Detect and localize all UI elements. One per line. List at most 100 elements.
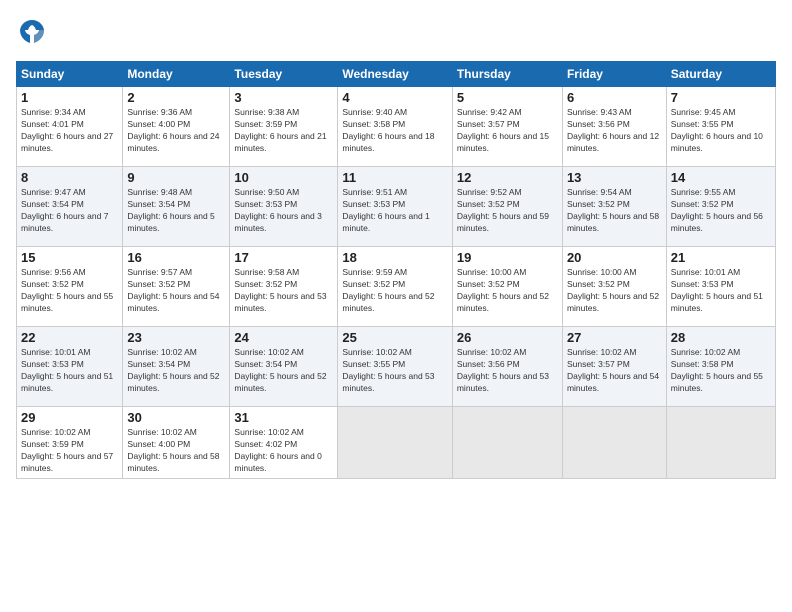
calendar-cell: 24Sunrise: 10:02 AMSunset: 3:54 PMDaylig… (230, 327, 338, 407)
day-number: 10 (234, 170, 333, 185)
day-header-wednesday: Wednesday (338, 62, 452, 87)
day-number: 25 (342, 330, 447, 345)
calendar-cell: 28 Sunrise: 10:02 AMSunset: 3:58 PMDaylig… (666, 327, 775, 407)
calendar-cell: 14 Sunrise: 9:55 AMSunset: 3:52 PMDayligh… (666, 167, 775, 247)
calendar-cell: 27 Sunrise: 10:02 AMSunset: 3:57 PMDaylig… (562, 327, 666, 407)
day-header-friday: Friday (562, 62, 666, 87)
day-info: Sunrise: 9:47 AMSunset: 3:54 PMDaylight:… (21, 187, 108, 233)
day-info: Sunrise: 10:02 AMSunset: 4:02 PMDaylight… (234, 427, 321, 473)
day-number: 12 (457, 170, 558, 185)
day-number: 6 (567, 90, 662, 105)
day-info: Sunrise: 9:38 AMSunset: 3:59 PMDaylight:… (234, 107, 326, 153)
day-info: Sunrise: 9:51 AMSunset: 3:53 PMDaylight:… (342, 187, 429, 233)
day-info: Sunrise: 10:02 AMSunset: 4:00 PMDaylight… (127, 427, 219, 473)
calendar: SundayMondayTuesdayWednesdayThursdayFrid… (16, 61, 776, 479)
day-number: 15 (21, 250, 118, 265)
calendar-week-4: 22 Sunrise: 10:01 AMSunset: 3:53 PMDaylig… (17, 327, 776, 407)
calendar-cell: 8 Sunrise: 9:47 AMSunset: 3:54 PMDaylight… (17, 167, 123, 247)
calendar-cell: 29 Sunrise: 10:02 AMSunset: 3:59 PMDaylig… (17, 407, 123, 479)
calendar-cell: 25 Sunrise: 10:02 AMSunset: 3:55 PMDaylig… (338, 327, 452, 407)
calendar-cell: 9Sunrise: 9:48 AMSunset: 3:54 PMDaylight… (123, 167, 230, 247)
day-info: Sunrise: 10:02 AMSunset: 3:59 PMDaylight… (21, 427, 113, 473)
day-number: 9 (127, 170, 225, 185)
day-header-thursday: Thursday (452, 62, 562, 87)
calendar-cell (666, 407, 775, 479)
day-number: 14 (671, 170, 771, 185)
day-info: Sunrise: 9:58 AMSunset: 3:52 PMDaylight:… (234, 267, 326, 313)
calendar-cell: 15 Sunrise: 9:56 AMSunset: 3:52 PMDayligh… (17, 247, 123, 327)
day-number: 3 (234, 90, 333, 105)
calendar-cell (452, 407, 562, 479)
day-number: 22 (21, 330, 118, 345)
calendar-cell: 17 Sunrise: 9:58 AMSunset: 3:52 PMDayligh… (230, 247, 338, 327)
calendar-cell: 1Sunrise: 9:34 AMSunset: 4:01 PMDaylight… (17, 87, 123, 167)
day-number: 13 (567, 170, 662, 185)
calendar-cell: 7 Sunrise: 9:45 AMSunset: 3:55 PMDaylight… (666, 87, 775, 167)
day-number: 8 (21, 170, 118, 185)
day-info: Sunrise: 9:42 AMSunset: 3:57 PMDaylight:… (457, 107, 549, 153)
day-info: Sunrise: 9:55 AMSunset: 3:52 PMDaylight:… (671, 187, 763, 233)
calendar-cell: 16Sunrise: 9:57 AMSunset: 3:52 PMDayligh… (123, 247, 230, 327)
calendar-cell: 20 Sunrise: 10:00 AMSunset: 3:52 PMDaylig… (562, 247, 666, 327)
day-info: Sunrise: 9:52 AMSunset: 3:52 PMDaylight:… (457, 187, 549, 233)
calendar-cell: 2Sunrise: 9:36 AMSunset: 4:00 PMDaylight… (123, 87, 230, 167)
day-number: 31 (234, 410, 333, 425)
calendar-cell: 22 Sunrise: 10:01 AMSunset: 3:53 PMDaylig… (17, 327, 123, 407)
calendar-cell: 10 Sunrise: 9:50 AMSunset: 3:53 PMDayligh… (230, 167, 338, 247)
day-info: Sunrise: 9:56 AMSunset: 3:52 PMDaylight:… (21, 267, 113, 313)
day-info: Sunrise: 9:43 AMSunset: 3:56 PMDaylight:… (567, 107, 659, 153)
day-info: Sunrise: 9:40 AMSunset: 3:58 PMDaylight:… (342, 107, 434, 153)
calendar-cell (562, 407, 666, 479)
calendar-cell: 23Sunrise: 10:02 AMSunset: 3:54 PMDaylig… (123, 327, 230, 407)
calendar-cell: 4 Sunrise: 9:40 AMSunset: 3:58 PMDaylight… (338, 87, 452, 167)
calendar-cell: 11 Sunrise: 9:51 AMSunset: 3:53 PMDayligh… (338, 167, 452, 247)
day-number: 28 (671, 330, 771, 345)
calendar-cell: 6 Sunrise: 9:43 AMSunset: 3:56 PMDaylight… (562, 87, 666, 167)
logo-icon (16, 16, 48, 48)
day-number: 24 (234, 330, 333, 345)
day-info: Sunrise: 10:02 AMSunset: 3:58 PMDaylight… (671, 347, 763, 393)
day-number: 19 (457, 250, 558, 265)
calendar-week-3: 15 Sunrise: 9:56 AMSunset: 3:52 PMDayligh… (17, 247, 776, 327)
day-header-saturday: Saturday (666, 62, 775, 87)
calendar-cell: 19 Sunrise: 10:00 AMSunset: 3:52 PMDaylig… (452, 247, 562, 327)
day-info: Sunrise: 9:45 AMSunset: 3:55 PMDaylight:… (671, 107, 763, 153)
day-number: 20 (567, 250, 662, 265)
day-info: Sunrise: 9:36 AMSunset: 4:00 PMDaylight:… (127, 107, 219, 153)
calendar-cell (338, 407, 452, 479)
calendar-week-1: 1Sunrise: 9:34 AMSunset: 4:01 PMDaylight… (17, 87, 776, 167)
day-number: 4 (342, 90, 447, 105)
calendar-cell: 3 Sunrise: 9:38 AMSunset: 3:59 PMDaylight… (230, 87, 338, 167)
calendar-cell: 12 Sunrise: 9:52 AMSunset: 3:52 PMDayligh… (452, 167, 562, 247)
calendar-week-5: 29 Sunrise: 10:02 AMSunset: 3:59 PMDaylig… (17, 407, 776, 479)
day-info: Sunrise: 9:54 AMSunset: 3:52 PMDaylight:… (567, 187, 659, 233)
calendar-cell: 26Sunrise: 10:02 AMSunset: 3:56 PMDaylig… (452, 327, 562, 407)
day-number: 29 (21, 410, 118, 425)
day-info: Sunrise: 10:02 AMSunset: 3:57 PMDaylight… (567, 347, 659, 393)
day-number: 7 (671, 90, 771, 105)
day-header-tuesday: Tuesday (230, 62, 338, 87)
day-number: 11 (342, 170, 447, 185)
day-number: 26 (457, 330, 558, 345)
day-number: 17 (234, 250, 333, 265)
calendar-week-2: 8 Sunrise: 9:47 AMSunset: 3:54 PMDaylight… (17, 167, 776, 247)
day-info: Sunrise: 9:57 AMSunset: 3:52 PMDaylight:… (127, 267, 219, 313)
day-info: Sunrise: 10:02 AMSunset: 3:54 PMDaylight… (127, 347, 219, 393)
logo (16, 16, 52, 53)
day-info: Sunrise: 9:34 AMSunset: 4:01 PMDaylight:… (21, 107, 113, 153)
day-info: Sunrise: 9:50 AMSunset: 3:53 PMDaylight:… (234, 187, 321, 233)
day-number: 5 (457, 90, 558, 105)
calendar-cell: 31 Sunrise: 10:02 AMSunset: 4:02 PMDaylig… (230, 407, 338, 479)
day-number: 27 (567, 330, 662, 345)
day-info: Sunrise: 10:00 AMSunset: 3:52 PMDaylight… (457, 267, 549, 313)
day-info: Sunrise: 10:02 AMSunset: 3:55 PMDaylight… (342, 347, 434, 393)
day-number: 18 (342, 250, 447, 265)
day-info: Sunrise: 9:59 AMSunset: 3:52 PMDaylight:… (342, 267, 434, 313)
day-number: 30 (127, 410, 225, 425)
calendar-cell: 13 Sunrise: 9:54 AMSunset: 3:52 PMDayligh… (562, 167, 666, 247)
day-info: Sunrise: 10:01 AMSunset: 3:53 PMDaylight… (21, 347, 113, 393)
day-header-monday: Monday (123, 62, 230, 87)
day-info: Sunrise: 10:00 AMSunset: 3:52 PMDaylight… (567, 267, 659, 313)
calendar-cell: 30 Sunrise: 10:02 AMSunset: 4:00 PMDaylig… (123, 407, 230, 479)
calendar-cell: 5 Sunrise: 9:42 AMSunset: 3:57 PMDaylight… (452, 87, 562, 167)
